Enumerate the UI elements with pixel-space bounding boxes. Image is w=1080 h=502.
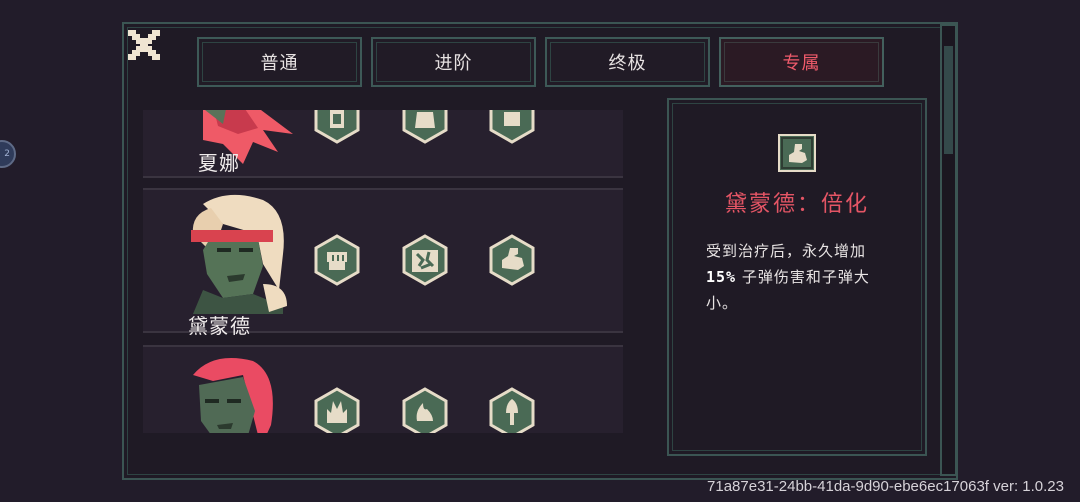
detail-skill-icon [778, 134, 816, 172]
flex-arm-icon [778, 134, 816, 172]
horn-icon [402, 110, 448, 144]
side-notification-bubble[interactable]: 2 [0, 140, 16, 168]
tab-ultimate[interactable]: 终极 [545, 37, 710, 87]
tab-advanced[interactable]: 进阶 [371, 37, 536, 87]
detail-description: 受到治疗后，永久增加 15% 子弹伤害和子弹大小。 [706, 242, 870, 312]
scroll-thumb[interactable] [944, 46, 953, 154]
character-name: 黛蒙德 [188, 314, 251, 338]
skill-fist[interactable] [313, 234, 361, 286]
scroll-icon [314, 110, 360, 144]
detail-title: 黛蒙德：倍化 [724, 192, 869, 217]
flex-arm-icon [489, 234, 535, 286]
skill-fire[interactable] [401, 387, 449, 433]
character-row[interactable] [143, 345, 623, 433]
fire-icon [402, 387, 448, 433]
character-row: 夏娜 [143, 110, 623, 178]
skill-flex-arm[interactable] [488, 234, 536, 286]
tab-normal[interactable]: 普通 [197, 37, 362, 87]
skill-horn[interactable] [401, 110, 449, 144]
character-name: 夏娜 [198, 151, 240, 175]
detail-value: 15% [706, 268, 737, 286]
skill-torch[interactable] [488, 387, 536, 433]
skill-cracked-rock[interactable] [401, 234, 449, 286]
fist-icon [314, 234, 360, 286]
tab-exclusive[interactable]: 专属 [719, 37, 884, 87]
close-button[interactable] [126, 28, 162, 62]
torch-icon [489, 387, 535, 433]
flame-face-icon [314, 387, 360, 433]
skill-fist-scroll[interactable] [488, 110, 536, 144]
portrait-third [193, 358, 273, 433]
skill-scroll[interactable] [313, 110, 361, 144]
category-tabs: 普通 进阶 终极 专属 [197, 37, 884, 87]
version-label: 71a87e31-24bb-41da-9d90-ebe6ec17063f ver… [707, 478, 1064, 495]
fist-scroll-icon [489, 110, 535, 144]
close-icon [128, 30, 160, 60]
skill-flame-face[interactable] [313, 387, 361, 433]
portrait-diamond [191, 194, 287, 314]
character-row[interactable]: 黛蒙德 [143, 188, 623, 338]
character-list[interactable]: 夏娜 黛蒙德 [143, 110, 623, 433]
cracked-rock-icon [402, 234, 448, 286]
